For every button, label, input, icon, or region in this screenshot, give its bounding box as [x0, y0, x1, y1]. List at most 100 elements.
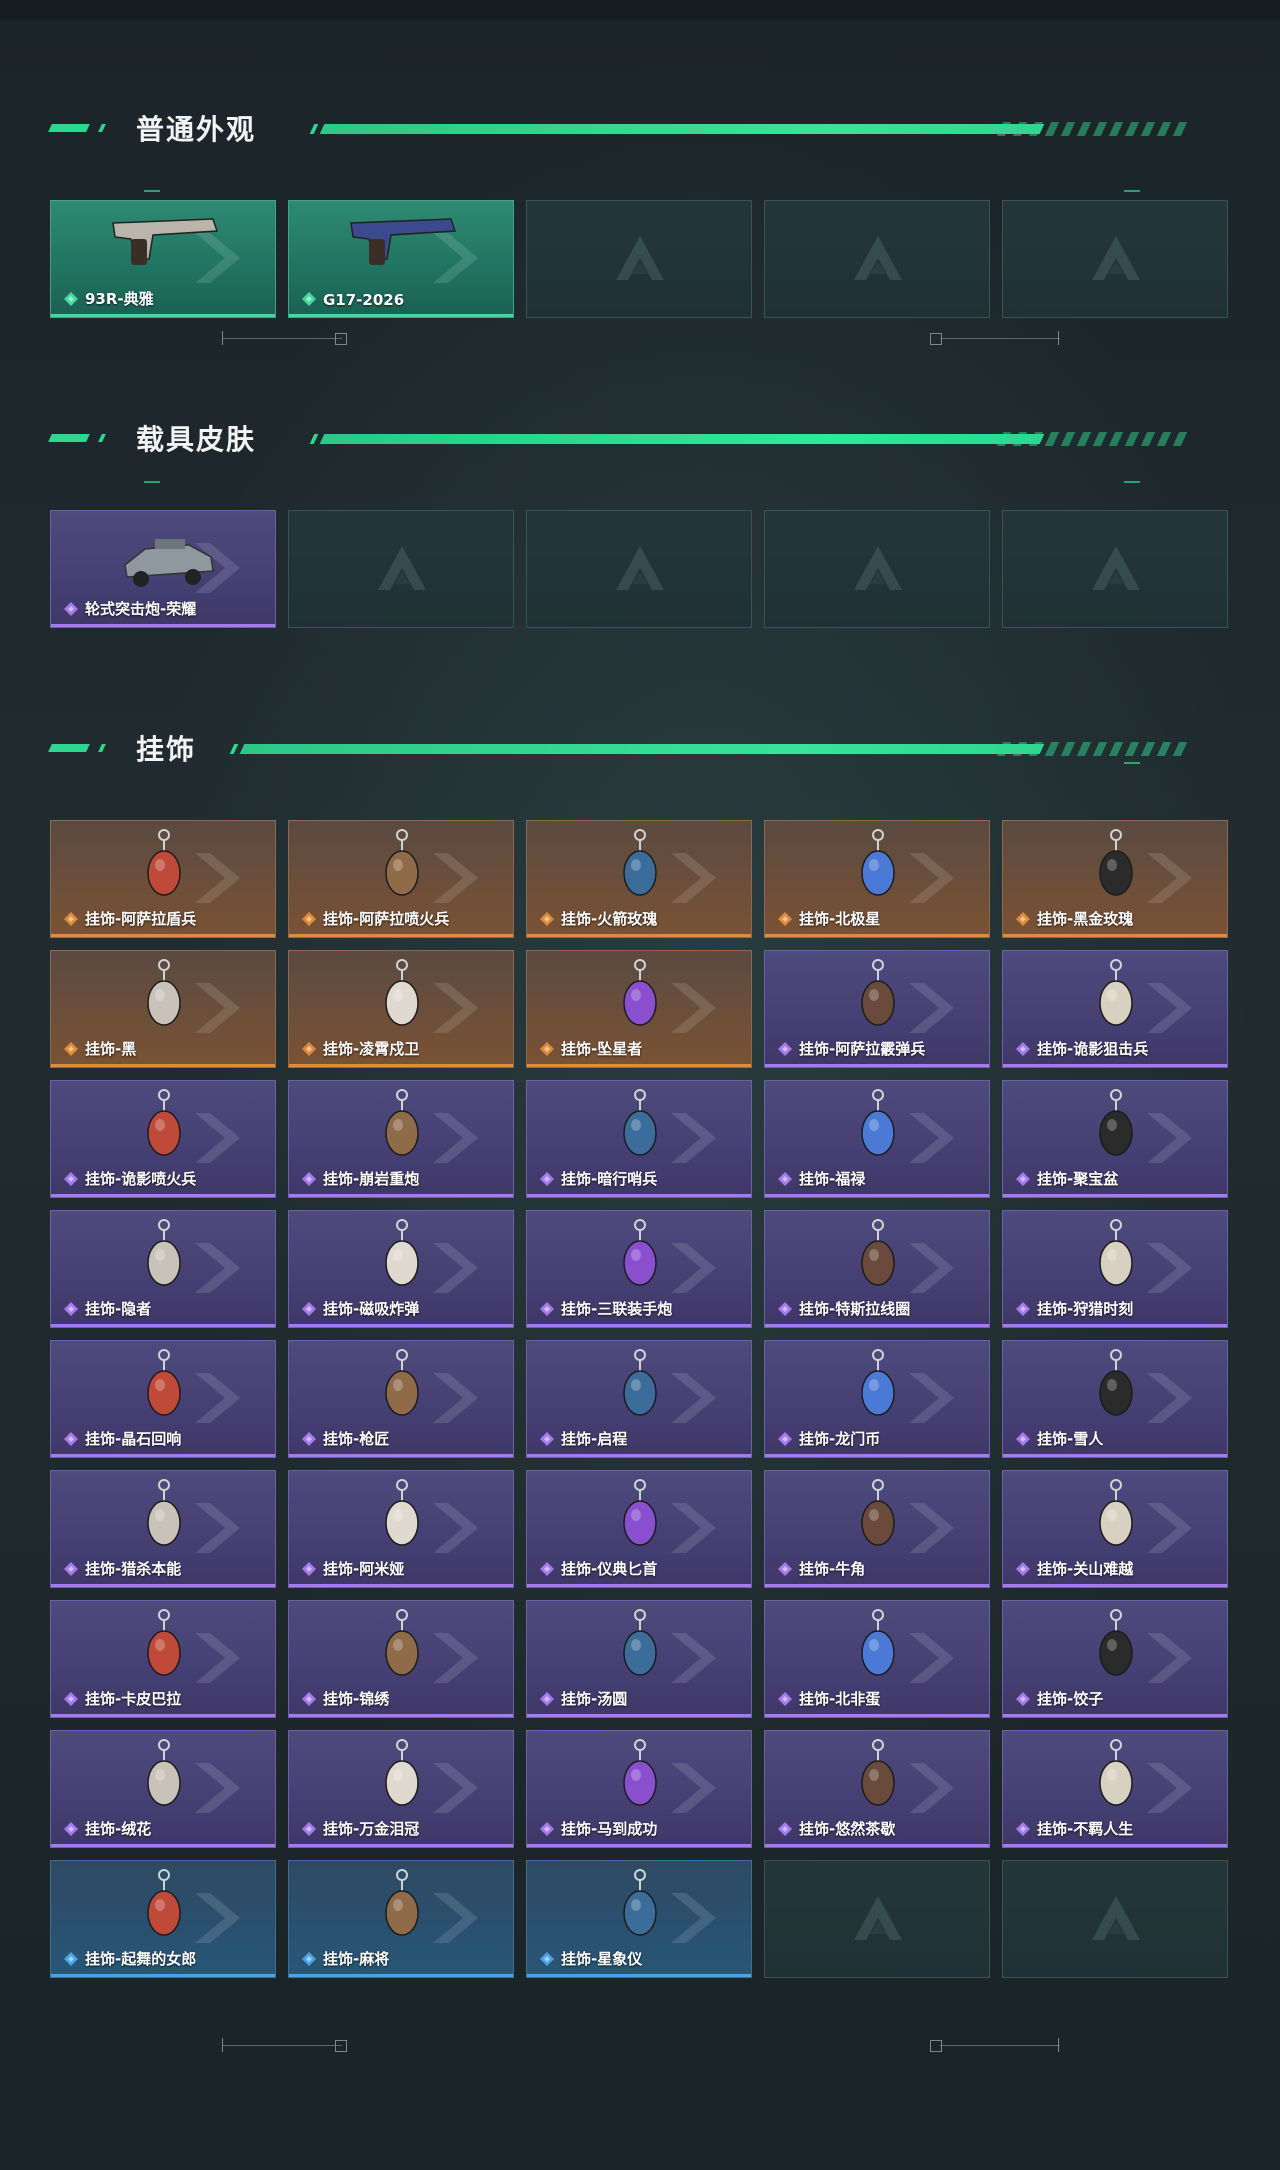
item-label: 挂饰-阿米娅: [323, 1560, 405, 1578]
item-label: 挂饰-狩猎时刻: [1037, 1300, 1134, 1318]
item-card[interactable]: 挂饰-卡皮巴拉: [50, 1600, 276, 1718]
item-card[interactable]: 挂饰-黑: [50, 950, 276, 1068]
item-card[interactable]: 挂饰-不羁人生: [1002, 1730, 1228, 1848]
item-label: 挂饰-特斯拉线圈: [799, 1300, 911, 1318]
item-card[interactable]: 轮式突击炮-荣耀: [50, 510, 276, 628]
empty-slot-card[interactable]: [1002, 200, 1228, 318]
item-card[interactable]: 挂饰-狩猎时刻: [1002, 1210, 1228, 1328]
header-checker-pattern: [996, 432, 1194, 446]
item-card[interactable]: 挂饰-阿萨拉霰弹兵: [764, 950, 990, 1068]
rarity-bar: [527, 934, 751, 937]
rarity-bar: [1003, 1324, 1227, 1327]
item-card[interactable]: 挂饰-万金泪冠: [288, 1730, 514, 1848]
item-card[interactable]: 挂饰-仪典匕首: [526, 1470, 752, 1588]
item-card[interactable]: 挂饰-汤圆: [526, 1600, 752, 1718]
item-card[interactable]: 挂饰-磁吸炸弹: [288, 1210, 514, 1328]
item-label: 挂饰-饺子: [1037, 1690, 1104, 1708]
empty-slot-card[interactable]: [526, 510, 752, 628]
empty-slot-card[interactable]: [764, 200, 990, 318]
item-label: 挂饰-隐者: [85, 1300, 152, 1318]
item-card[interactable]: 挂饰-猎杀本能: [50, 1470, 276, 1588]
item-card[interactable]: 挂饰-起舞的女郎: [50, 1860, 276, 1978]
rarity-bar: [527, 1714, 751, 1717]
item-card[interactable]: 挂饰-星象仪: [526, 1860, 752, 1978]
item-card[interactable]: 挂饰-坠星者: [526, 950, 752, 1068]
rarity-diamond-icon: [1015, 1561, 1031, 1577]
item-card[interactable]: 挂饰-马到成功: [526, 1730, 752, 1848]
header-accent-dash: [98, 124, 106, 132]
rarity-diamond-icon: [301, 1821, 317, 1837]
rarity-diamond-icon: [63, 1951, 79, 1967]
item-label: 挂饰-启程: [561, 1430, 628, 1448]
item-card[interactable]: 挂饰-饺子: [1002, 1600, 1228, 1718]
empty-slot-card[interactable]: [1002, 510, 1228, 628]
item-card[interactable]: 挂饰-晶石回响: [50, 1340, 276, 1458]
placeholder-logo-icon: [372, 540, 432, 600]
rarity-bar: [1003, 1844, 1227, 1847]
item-card[interactable]: 挂饰-凌霄戍卫: [288, 950, 514, 1068]
item-card[interactable]: 挂饰-三联装手炮: [526, 1210, 752, 1328]
rarity-bar: [527, 1064, 751, 1067]
corner-tick: [1124, 481, 1140, 483]
item-label: 挂饰-黑金玫瑰: [1037, 910, 1134, 928]
item-card[interactable]: 挂饰-黑金玫瑰: [1002, 820, 1228, 938]
rarity-bar: [765, 1584, 989, 1587]
item-card[interactable]: 挂饰-福禄: [764, 1080, 990, 1198]
rarity-diamond-icon: [539, 1041, 555, 1057]
item-card[interactable]: 挂饰-特斯拉线圈: [764, 1210, 990, 1328]
rarity-diamond-icon: [777, 1171, 793, 1187]
rarity-diamond-icon: [777, 1691, 793, 1707]
rarity-bar: [289, 1064, 513, 1067]
rarity-bar: [289, 314, 513, 317]
item-card[interactable]: 挂饰-枪匠: [288, 1340, 514, 1458]
item-card[interactable]: 挂饰-启程: [526, 1340, 752, 1458]
item-card[interactable]: 挂饰-北非蛋: [764, 1600, 990, 1718]
item-card[interactable]: 挂饰-崩岩重炮: [288, 1080, 514, 1198]
item-card[interactable]: 93R-典雅: [50, 200, 276, 318]
item-card[interactable]: 挂饰-暗行哨兵: [526, 1080, 752, 1198]
item-label: 挂饰-阿萨拉喷火兵: [323, 910, 450, 928]
rarity-bar: [527, 1584, 751, 1587]
item-card[interactable]: 挂饰-雪人: [1002, 1340, 1228, 1458]
rarity-diamond-icon: [301, 291, 317, 307]
item-card[interactable]: 挂饰-诡影喷火兵: [50, 1080, 276, 1198]
rarity-bar: [765, 934, 989, 937]
placeholder-logo-icon: [1086, 1890, 1146, 1950]
rarity-diamond-icon: [63, 1301, 79, 1317]
item-label: G17-2026: [323, 291, 405, 309]
empty-slot-card[interactable]: [1002, 1860, 1228, 1978]
item-card[interactable]: 挂饰-龙门币: [764, 1340, 990, 1458]
item-card[interactable]: 挂饰-阿萨拉盾兵: [50, 820, 276, 938]
item-card[interactable]: 挂饰-北极星: [764, 820, 990, 938]
item-card[interactable]: 挂饰-绒花: [50, 1730, 276, 1848]
rarity-diamond-icon: [539, 1431, 555, 1447]
item-card[interactable]: 挂饰-诡影狙击兵: [1002, 950, 1228, 1068]
empty-slot-card[interactable]: [526, 200, 752, 318]
empty-slot-card[interactable]: [288, 510, 514, 628]
rarity-bar: [1003, 1064, 1227, 1067]
item-card[interactable]: 挂饰-火箭玫瑰: [526, 820, 752, 938]
item-card[interactable]: 挂饰-锦绣: [288, 1600, 514, 1718]
rarity-diamond-icon: [1015, 1821, 1031, 1837]
item-card[interactable]: 挂饰-关山难越: [1002, 1470, 1228, 1588]
item-card[interactable]: 挂饰-麻将: [288, 1860, 514, 1978]
item-label: 挂饰-星象仪: [561, 1950, 643, 1968]
item-label: 挂饰-猎杀本能: [85, 1560, 182, 1578]
item-card[interactable]: 挂饰-隐者: [50, 1210, 276, 1328]
rarity-bar: [289, 1194, 513, 1197]
rarity-diamond-icon: [63, 1431, 79, 1447]
item-card[interactable]: 挂饰-牛角: [764, 1470, 990, 1588]
empty-slot-card[interactable]: [764, 510, 990, 628]
item-card[interactable]: 挂饰-阿萨拉喷火兵: [288, 820, 514, 938]
item-label: 挂饰-关山难越: [1037, 1560, 1134, 1578]
item-card[interactable]: 挂饰-悠然茶歇: [764, 1730, 990, 1848]
rarity-bar: [1003, 1584, 1227, 1587]
item-card[interactable]: 挂饰-聚宝盆: [1002, 1080, 1228, 1198]
item-card[interactable]: 挂饰-阿米娅: [288, 1470, 514, 1588]
rarity-diamond-icon: [539, 1171, 555, 1187]
placeholder-logo-icon: [848, 1890, 908, 1950]
item-card[interactable]: G17-2026: [288, 200, 514, 318]
empty-slot-card[interactable]: [764, 1860, 990, 1978]
item-label: 挂饰-牛角: [799, 1560, 866, 1578]
header-accent-dash: [98, 744, 106, 752]
